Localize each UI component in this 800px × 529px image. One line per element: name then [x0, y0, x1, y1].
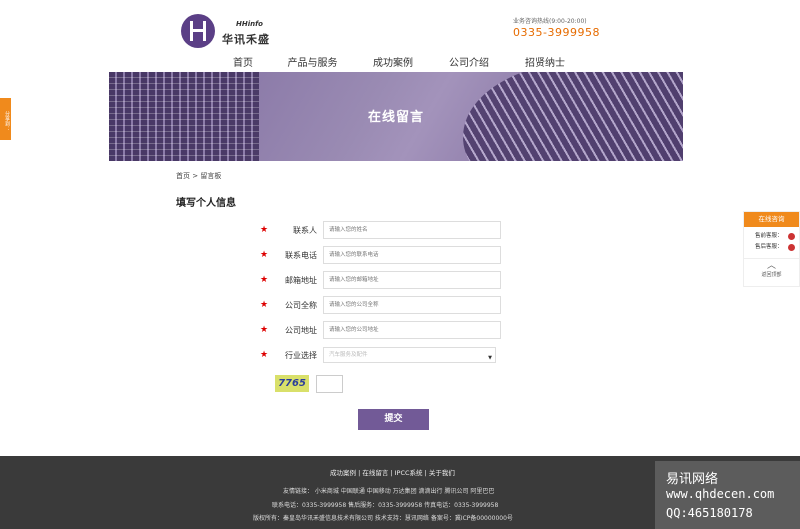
breadcrumb[interactable]: 首页 > 留言板 [176, 171, 221, 181]
service-panel: 在线咨询 售前客服： 售后客服： ︿ 返回顶部 [743, 211, 800, 287]
required-star: ★ [260, 250, 269, 260]
banner-title: 在线留言 [367, 110, 424, 125]
chevron-up-icon: ︿ [766, 261, 776, 271]
form-row-industry: ★ 行业选择 汽车服务及配件 ▼ [260, 345, 496, 365]
required-star: ★ [260, 275, 269, 285]
company-name-input[interactable] [323, 296, 501, 314]
form-row-address: ★ 公司地址 [260, 320, 501, 340]
brand-english: HHinfo [236, 20, 263, 28]
submit-button[interactable]: 提交 [358, 409, 429, 430]
captcha-image[interactable]: 7765 [275, 375, 309, 392]
required-star: ★ [260, 300, 269, 310]
company-logo[interactable] [181, 14, 215, 48]
industry-select-value: 汽车服务及配件 [329, 352, 368, 358]
nav-item-jobs[interactable]: 招贤纳士 [507, 54, 583, 69]
main-nav: 首页 产品与服务 成功案例 公司介绍 招贤纳士 [216, 54, 583, 69]
required-star: ★ [260, 350, 269, 360]
back-to-top-button[interactable]: ︿ 返回顶部 [744, 258, 799, 278]
chevron-down-icon: ▼ [488, 355, 492, 361]
required-star: ★ [260, 225, 269, 235]
nav-item-products[interactable]: 产品与服务 [270, 54, 355, 69]
form-row-phone: ★ 联系电话 [260, 245, 501, 265]
field-label: 公司地址 [285, 325, 317, 335]
share-tab[interactable]: 分享到： [0, 98, 11, 140]
contact-name-input[interactable] [323, 221, 501, 239]
form-row-contact: ★ 联系人 [260, 220, 501, 240]
footer-copyright: 版权所有：秦皇岛华讯禾盛信息技术有限公司 技术支持：慧讯网络 备案号：冀ICP备… [253, 515, 513, 522]
industry-select[interactable]: 汽车服务及配件 ▼ [323, 347, 496, 363]
nav-item-cases[interactable]: 成功案例 [355, 54, 431, 69]
required-star: ★ [260, 325, 269, 335]
captcha-input[interactable] [316, 375, 343, 393]
field-label: 邮箱地址 [285, 275, 317, 285]
site-header: HHinfo 华讯禾盛 业务咨询热线(9:00-20:00) 0335-3999… [0, 0, 800, 72]
watermark-title: 易讯网络 [666, 472, 719, 487]
email-input[interactable] [323, 271, 501, 289]
form-row-company: ★ 公司全称 [260, 295, 501, 315]
presales-label: 售前客服： [755, 233, 783, 239]
back-to-top-label: 返回顶部 [761, 272, 782, 278]
field-label: 联系人 [293, 225, 317, 235]
footer-contact: 联系电话：0335-3999958 售后服务：0335-3999958 传真电话… [272, 502, 499, 509]
footer-links[interactable]: 成功案例 | 在线留言 | IPCC系统 | 关于我们 [330, 467, 455, 477]
nav-item-about[interactable]: 公司介绍 [431, 54, 507, 69]
field-label: 联系电话 [285, 250, 317, 260]
qq-icon [788, 244, 795, 251]
aftersales-label: 售后客服： [755, 244, 783, 250]
field-label: 行业选择 [285, 350, 317, 360]
footer-friend-links[interactable]: 友情链接： 小米商城 中国联通 中国移动 万达集团 滴滴出行 腾讯公司 阿里巴巴 [283, 486, 494, 495]
watermark-qq: QQ:465180178 [666, 506, 753, 520]
presales-service[interactable]: 售前客服： [744, 231, 799, 242]
watermark: 易讯网络 www.qhdecen.com QQ:465180178 [655, 461, 800, 529]
aftersales-service[interactable]: 售后客服： [744, 242, 799, 253]
section-title: 填写个人信息 [176, 198, 236, 209]
service-panel-title[interactable]: 在线咨询 [744, 212, 799, 227]
company-address-input[interactable] [323, 321, 501, 339]
page-banner: 在线留言 [109, 72, 683, 161]
hotline-number: 0335-3999958 [513, 26, 600, 39]
field-label: 公司全称 [285, 300, 317, 310]
form-row-email: ★ 邮箱地址 [260, 270, 501, 290]
hotline-label: 业务咨询热线(9:00-20:00) [513, 18, 587, 25]
qq-icon [788, 233, 795, 240]
phone-input[interactable] [323, 246, 501, 264]
brand-chinese: 华讯禾盛 [222, 33, 270, 46]
watermark-url: www.qhdecen.com [666, 487, 775, 501]
nav-item-home[interactable]: 首页 [216, 54, 270, 69]
